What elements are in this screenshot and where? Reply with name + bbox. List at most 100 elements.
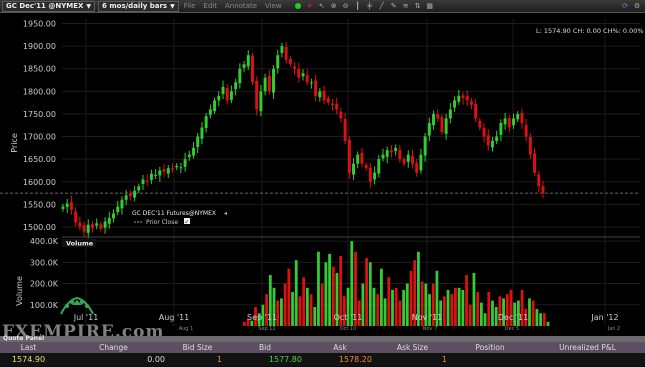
candle-body — [137, 186, 141, 191]
price-tick-label: 1900.00 — [23, 42, 56, 51]
col-ask[interactable]: Ask — [305, 342, 375, 353]
candle-body — [402, 159, 406, 164]
volume-bar — [539, 313, 542, 326]
compare-icon[interactable]: ⇅ — [414, 2, 422, 10]
price-chart[interactable]: 1500.00 1550.00 1600.00 1650.00 1700.00 1750.… — [0, 13, 645, 336]
settings-icon[interactable]: ⚙ — [633, 2, 641, 10]
timeframe-dropdown[interactable]: 6 mos/daily bars ▼ — [98, 0, 179, 12]
chart-legend[interactable]: GC DEC'11 Futures@NYMEX ◂ Prior Close ✓ — [129, 206, 233, 226]
candle-body — [533, 153, 537, 173]
candle-body — [82, 225, 86, 232]
time-tick-label: Sep '11 — [247, 313, 277, 322]
zoom-in-icon[interactable]: ⊕ — [330, 2, 338, 10]
volume-bar — [387, 277, 391, 326]
time-tick-label: Dec '11 — [498, 313, 528, 322]
volume-bar — [309, 294, 313, 326]
col-last[interactable]: Last — [0, 342, 57, 353]
date-tick-label: Sep 12 — [258, 326, 275, 332]
cursor-icon[interactable]: ↖ — [318, 2, 326, 10]
candle-body — [516, 113, 520, 120]
candle-body — [192, 147, 195, 156]
volume-bar — [491, 300, 494, 326]
candle-body — [432, 113, 435, 126]
candle-body — [208, 109, 212, 115]
candle-body — [419, 154, 423, 171]
bid-value[interactable]: 1577.80 — [225, 353, 305, 366]
date-tick-label: Oct 10 — [340, 326, 357, 332]
time-tick-label: Aug '11 — [159, 313, 190, 322]
volume-tick-label: 300.0K — [30, 258, 59, 267]
chevron-down-icon: ▼ — [86, 2, 92, 10]
date-tick-label: Nov 7 — [423, 326, 438, 332]
green-dot-icon[interactable] — [294, 2, 302, 10]
chart-toolbar: GC Dec'11 @NYMEX ▼ 6 mos/daily bars ▼ Fi… — [0, 0, 645, 13]
draw-icon[interactable]: ✎ — [390, 2, 398, 10]
candle-body — [415, 163, 419, 173]
candle-body — [301, 73, 305, 77]
volume-axis-label: Volume — [15, 276, 24, 306]
menu-view[interactable]: View — [265, 2, 282, 10]
bid-size-value: 1 — [216, 355, 222, 364]
candle-body — [234, 82, 238, 90]
volume-bar — [476, 292, 480, 326]
volume-tick-label: 400.0K — [30, 237, 59, 246]
menu-edit[interactable]: Edit — [203, 2, 217, 10]
candle-body — [541, 186, 545, 194]
grid-icon[interactable]: ▦ — [426, 2, 434, 10]
candle-body — [406, 154, 410, 162]
col-position[interactable]: Position — [450, 342, 530, 353]
candle-body — [389, 150, 393, 153]
col-bid-size[interactable]: Bid Size — [170, 342, 225, 353]
legend-menu-icon[interactable]: ◂ — [224, 210, 227, 217]
legend-prior-close: Prior Close — [146, 219, 178, 226]
candle-body — [238, 68, 242, 84]
zoom-out-icon[interactable]: ⊖ — [342, 2, 350, 10]
volume-tick-label: 100.0K — [30, 301, 59, 310]
volume-bar — [461, 289, 465, 326]
col-bid[interactable]: Bid — [225, 342, 305, 353]
candle-body — [128, 193, 132, 197]
line-icon[interactable]: ╱ — [378, 2, 386, 10]
time-tick-label: Oct '11 — [334, 313, 363, 322]
candle-body — [99, 224, 103, 229]
candle-body — [368, 167, 372, 182]
crosshair-icon[interactable]: ✛ — [306, 2, 314, 10]
candle-body — [381, 154, 385, 159]
bar-style-icon[interactable]: ┃ — [354, 2, 362, 10]
candle-body — [314, 80, 318, 96]
time-tick-label: Nov '11 — [412, 313, 443, 322]
candle-body — [474, 103, 478, 119]
menu-file[interactable]: File — [184, 2, 196, 10]
candle-body — [61, 206, 65, 209]
candle-body — [183, 159, 187, 167]
price-tick-label: 1650.00 — [23, 155, 56, 164]
candle-body — [158, 170, 162, 176]
col-ask-size[interactable]: Ask Size — [375, 342, 450, 353]
ask-value[interactable]: 1578.20 — [305, 353, 375, 366]
candle-body — [411, 155, 414, 164]
candle-body — [335, 103, 339, 110]
candle-body — [221, 86, 225, 95]
sync-icon[interactable]: ⟳ — [621, 2, 629, 10]
candle-body — [524, 125, 528, 137]
candle-body — [322, 90, 326, 101]
candle-icon[interactable]: ╪ — [366, 2, 374, 10]
col-change[interactable]: Change — [57, 342, 170, 353]
volume-bar — [528, 298, 531, 326]
candle-body — [86, 224, 90, 233]
candle-body — [385, 150, 389, 157]
candle-body — [276, 55, 280, 69]
volume-bar — [317, 251, 320, 326]
volume-bar — [454, 287, 457, 326]
volume-bar — [372, 287, 376, 326]
symbol-dropdown[interactable]: GC Dec'11 @NYMEX ▼ — [2, 0, 96, 12]
col-pnl[interactable]: Unrealized P&L — [530, 342, 645, 353]
candle-body — [187, 154, 191, 157]
menu-annotate[interactable]: Annotate — [225, 2, 257, 10]
candle-body — [486, 135, 490, 146]
indicator-icon[interactable]: ≋ — [402, 2, 410, 10]
candle-body — [503, 118, 507, 125]
quote-panel-values-row[interactable]: 1574.90 0.00 1 1577.80 1578.20 1 — [0, 353, 645, 366]
volume-tick-label: 200.0K — [30, 280, 59, 289]
date-tick-label: Dec 5 — [505, 326, 519, 332]
